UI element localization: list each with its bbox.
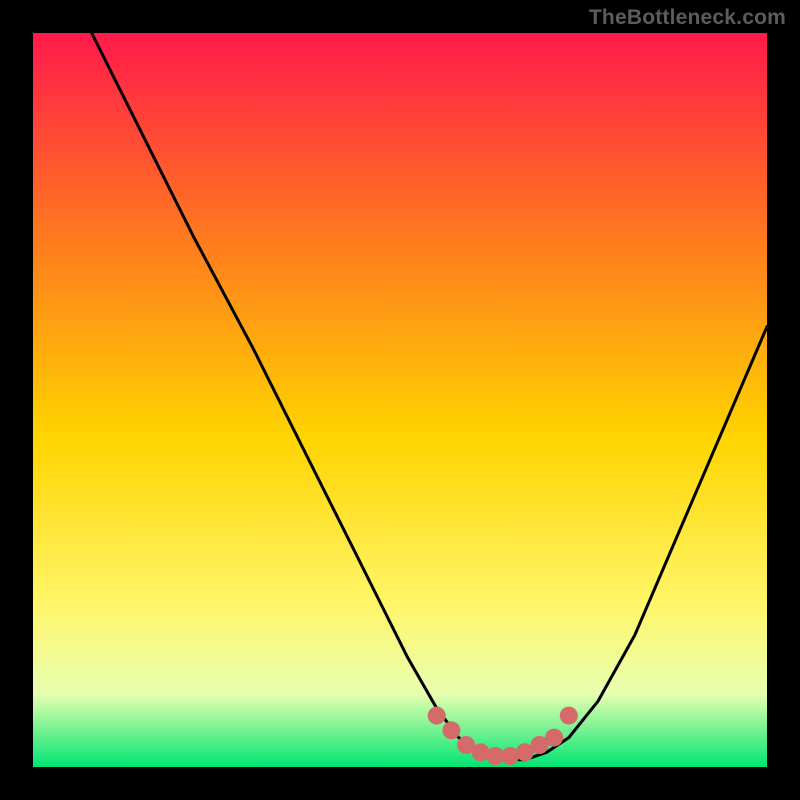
highlight-marker: [428, 707, 446, 725]
chart-svg: [33, 33, 767, 767]
highlight-marker: [442, 721, 460, 739]
highlight-marker: [545, 729, 563, 747]
plot-area: [33, 33, 767, 767]
gradient-background: [33, 33, 767, 767]
watermark-text: TheBottleneck.com: [589, 6, 786, 30]
chart-frame: TheBottleneck.com: [0, 0, 800, 800]
highlight-marker: [560, 707, 578, 725]
